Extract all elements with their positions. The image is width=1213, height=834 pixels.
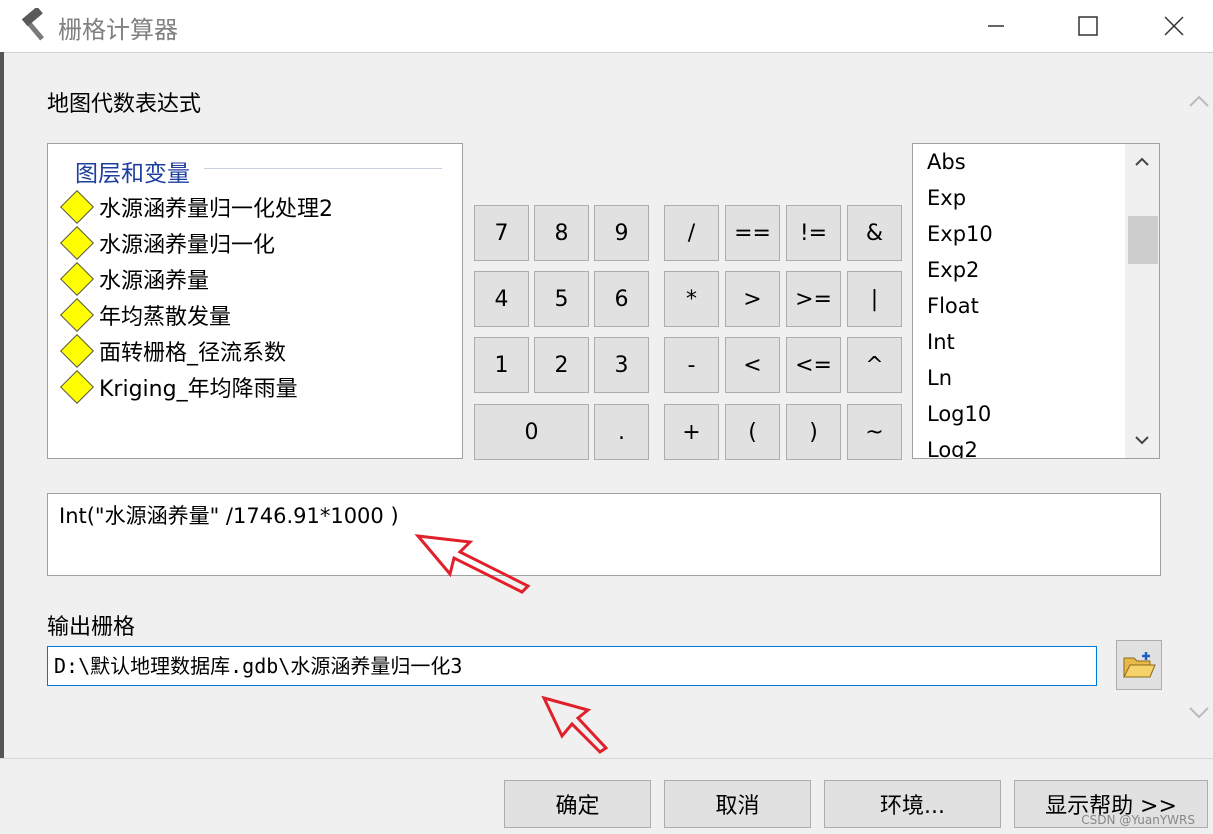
function-item[interactable]: Ln [927, 360, 952, 396]
raster-layer-icon [60, 334, 94, 368]
raster-layer-icon [60, 298, 94, 332]
red-arrow-annotation [414, 534, 531, 594]
function-scrollbar[interactable] [1125, 144, 1159, 458]
map-algebra-label: 地图代数表达式 [47, 92, 202, 117]
function-item[interactable]: Log2 [927, 432, 978, 458]
key-or[interactable]: | [847, 271, 902, 327]
scroll-up-icon[interactable] [1188, 94, 1210, 108]
key-3[interactable]: 3 [594, 337, 649, 393]
key-0[interactable]: 0 [474, 404, 589, 460]
layer-label: 面转栅格_径流系数 [99, 341, 287, 366]
layer-item[interactable]: 水源涵养量归一化处理2 [60, 190, 333, 224]
layer-label: 水源涵养量归一化处理2 [99, 197, 333, 222]
key-and[interactable]: & [847, 205, 902, 261]
close-icon [1163, 16, 1184, 36]
scroll-down-icon[interactable] [1188, 706, 1210, 720]
key-5[interactable]: 5 [534, 271, 589, 327]
folder-open-icon [1123, 652, 1156, 678]
red-arrow-annotation [541, 695, 609, 754]
cancel-button[interactable]: 取消 [664, 780, 811, 828]
function-item[interactable]: Int [927, 324, 955, 360]
close-button[interactable] [1134, 0, 1213, 52]
layer-label: 水源涵养量 [99, 269, 210, 294]
title-bar: 栅格计算器 [0, 0, 1213, 53]
raster-layer-icon [60, 190, 94, 224]
layer-item[interactable]: 水源涵养量归一化 [60, 226, 275, 260]
scroll-thumb[interactable] [1128, 216, 1158, 264]
raster-layer-icon [60, 262, 94, 296]
key-less-equal[interactable]: <= [786, 337, 841, 393]
expression-text: Int("水源涵养量" /1746.91*1000 ) [59, 504, 399, 528]
key-6[interactable]: 6 [594, 271, 649, 327]
watermark: CSDN @YuanYWRS [1081, 813, 1195, 827]
maximize-button[interactable] [1042, 0, 1134, 52]
key-multiply[interactable]: * [664, 271, 719, 327]
key-2[interactable]: 2 [534, 337, 589, 393]
key-greater[interactable]: > [725, 271, 780, 327]
function-item[interactable]: Exp2 [927, 252, 979, 288]
layer-item[interactable]: 水源涵养量 [60, 262, 209, 296]
key-9[interactable]: 9 [594, 205, 649, 261]
key-7[interactable]: 7 [474, 205, 529, 261]
window-title: 栅格计算器 [58, 16, 178, 44]
layer-item[interactable]: 年均蒸散发量 [60, 298, 231, 332]
scroll-up-icon[interactable] [1133, 156, 1151, 168]
browse-button[interactable] [1116, 640, 1162, 690]
key-equal[interactable]: == [725, 205, 780, 261]
function-item[interactable]: Float [927, 288, 979, 324]
header-divider [204, 168, 442, 169]
layers-header: 图层和变量 [75, 161, 190, 187]
function-item[interactable]: Exp [927, 180, 966, 216]
output-raster-label: 输出栅格 [47, 615, 136, 640]
layer-item[interactable]: Kriging_年均降雨量 [60, 370, 298, 404]
function-item[interactable]: Abs [927, 144, 966, 180]
raster-layer-icon [60, 226, 94, 260]
environments-button[interactable]: 环境... [824, 780, 1001, 828]
expression-input[interactable]: Int("水源涵养量" /1746.91*1000 ) [47, 493, 1161, 576]
key-minus[interactable]: - [664, 337, 719, 393]
function-list[interactable]: Abs Exp Exp10 Exp2 Float Int Ln Log10 Lo… [912, 143, 1160, 459]
key-open-paren[interactable]: ( [725, 404, 780, 460]
window-edge [0, 52, 4, 833]
minimize-icon [988, 25, 1004, 27]
output-path-input[interactable]: D:\默认地理数据库.gdb\水源涵养量归一化3 [47, 646, 1097, 686]
function-item[interactable]: Exp10 [927, 216, 993, 252]
layers-list[interactable]: 图层和变量 水源涵养量归一化处理2 水源涵养量归一化 水源涵养量 年均蒸散发量 … [47, 143, 463, 459]
key-not-equal[interactable]: != [786, 205, 841, 261]
dialog-scrollbar[interactable] [1184, 58, 1213, 758]
ok-button[interactable]: 确定 [504, 780, 651, 828]
key-4[interactable]: 4 [474, 271, 529, 327]
key-close-paren[interactable]: ) [786, 404, 841, 460]
key-plus[interactable]: + [664, 404, 719, 460]
minimize-button[interactable] [950, 0, 1042, 52]
raster-layer-icon [60, 370, 94, 404]
key-not[interactable]: ~ [847, 404, 902, 460]
layer-label: 水源涵养量归一化 [99, 233, 276, 258]
key-divide[interactable]: / [664, 205, 719, 261]
maximize-icon [1078, 16, 1098, 36]
key-greater-equal[interactable]: >= [786, 271, 841, 327]
key-decimal[interactable]: . [594, 404, 649, 460]
hammer-icon [21, 8, 45, 41]
key-less[interactable]: < [725, 337, 780, 393]
layer-label: Kriging_年均降雨量 [99, 377, 298, 402]
function-item[interactable]: Log10 [927, 396, 991, 432]
key-1[interactable]: 1 [474, 337, 529, 393]
scroll-down-icon[interactable] [1133, 434, 1151, 446]
layer-item[interactable]: 面转栅格_径流系数 [60, 334, 286, 368]
key-8[interactable]: 8 [534, 205, 589, 261]
layer-label: 年均蒸散发量 [99, 305, 232, 330]
key-xor[interactable]: ^ [847, 337, 902, 393]
